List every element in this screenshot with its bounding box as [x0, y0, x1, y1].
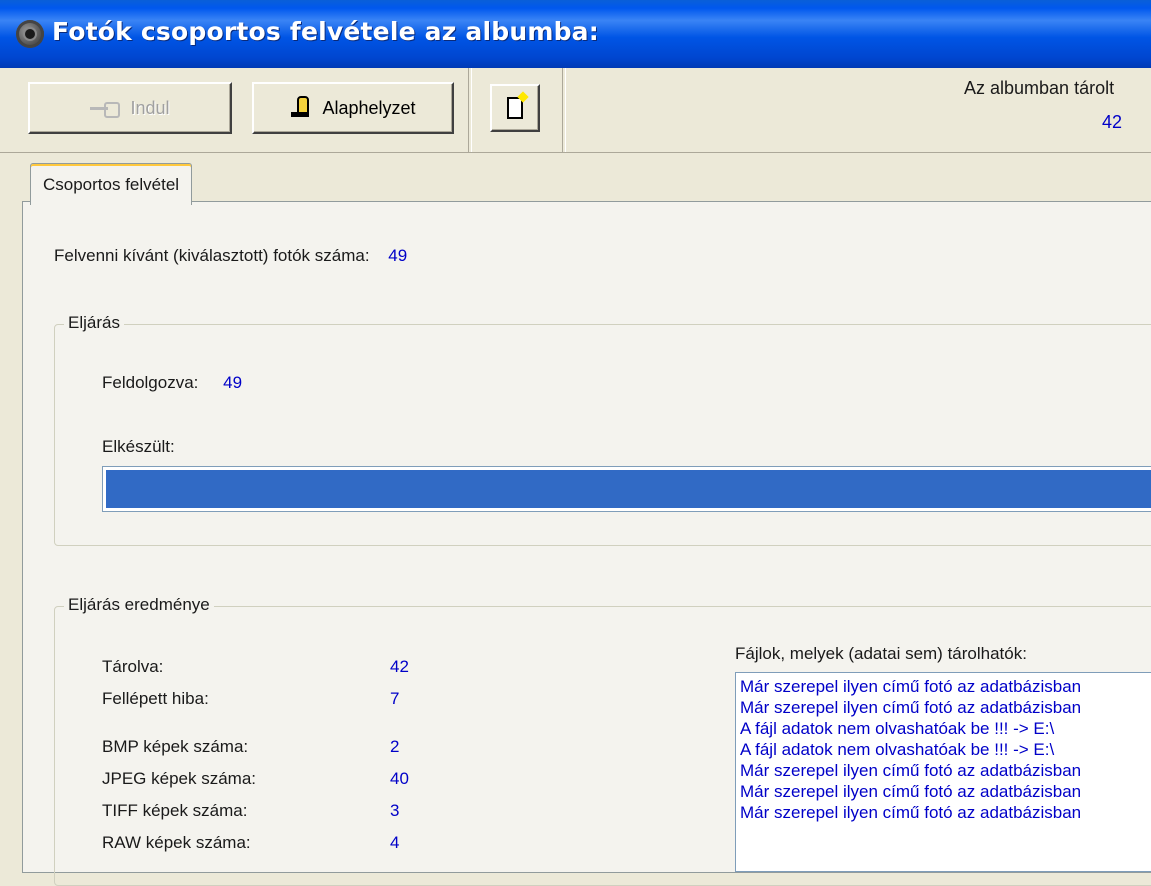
window-title: Fotók csoportos felvétele az albumba:	[52, 17, 599, 46]
error-value: 7	[390, 689, 400, 708]
progress-fill	[106, 470, 1151, 508]
tab-group-import[interactable]: Csoportos felvétel	[30, 163, 193, 205]
selected-count-value: 49	[388, 246, 408, 265]
raw-count-label: RAW képek száma:	[102, 833, 251, 852]
list-item[interactable]: Már szerepel ilyen című fotó az adatbázi…	[740, 697, 1151, 718]
stored-count-value: 42	[1102, 112, 1123, 132]
window-titlebar[interactable]: Fotók csoportos felvétele az albumba:	[0, 0, 1151, 68]
app-icon[interactable]	[16, 20, 44, 48]
list-item[interactable]: Már szerepel ilyen című fotó az adatbázi…	[740, 676, 1151, 697]
tab-strip: Csoportos felvétel	[0, 153, 1151, 205]
hand-pointer-icon	[90, 99, 121, 118]
new-document-icon	[507, 97, 523, 119]
list-item[interactable]: A fájl adatok nem olvashatóak be !!! -> …	[740, 718, 1151, 739]
tab-label: Csoportos felvétel	[43, 174, 180, 194]
reset-button-label: Alaphelyzet	[322, 97, 416, 118]
bmp-count-value: 2	[390, 737, 400, 756]
progress-bar	[102, 466, 1151, 512]
reset-hand-icon	[290, 95, 312, 121]
processed-row: Feldolgozva: 49	[102, 373, 242, 393]
raw-count-value: 4	[390, 833, 400, 852]
tiff-count-label: TIFF képek száma:	[102, 801, 248, 820]
failed-files-caption: Fájlok, melyek (adatai sem) tárolhatók:	[735, 644, 1027, 663]
tiff-count-value: 3	[390, 801, 400, 820]
toolbar-separator	[562, 68, 566, 152]
start-button[interactable]: Indul	[28, 82, 232, 134]
process-group	[54, 324, 1151, 546]
error-label: Fellépett hiba:	[102, 689, 209, 708]
start-button-label: Indul	[130, 97, 170, 118]
list-item[interactable]: Már szerepel ilyen című fotó az adatbázi…	[740, 802, 1151, 823]
bmp-count-label: BMP képek száma:	[102, 737, 249, 756]
list-item[interactable]: Már szerepel ilyen című fotó az adatbázi…	[740, 781, 1151, 802]
toolbar: Indul Alaphelyzet Az albumban tárolt 42	[0, 68, 1151, 153]
stored-label: Tárolva:	[102, 657, 164, 676]
process-group-title: Eljárás	[64, 313, 124, 333]
jpeg-count-label: JPEG képek száma:	[102, 769, 257, 788]
jpeg-count-value: 40	[390, 769, 409, 788]
toolbar-separator	[468, 68, 472, 152]
reset-button[interactable]: Alaphelyzet	[252, 82, 454, 134]
selected-count-row: Felvenni kívánt (kiválasztott) fotók szá…	[54, 246, 407, 266]
list-item[interactable]: A fájl adatok nem olvashatóak be !!! -> …	[740, 739, 1151, 760]
results-group-title: Eljárás eredménye	[64, 595, 214, 615]
processed-value: 49	[223, 373, 243, 392]
list-item[interactable]: Már szerepel ilyen című fotó az adatbázi…	[740, 760, 1151, 781]
selected-count-label: Felvenni kívánt (kiválasztott) fotók szá…	[54, 246, 370, 265]
done-label: Elkészült:	[102, 437, 175, 456]
failed-files-list[interactable]: Már szerepel ilyen című fotó az adatbázi…	[735, 672, 1151, 872]
stored-count-label: Az albumban tárolt	[964, 78, 1115, 98]
stored-value: 42	[390, 657, 409, 676]
processed-label: Feldolgozva:	[102, 373, 199, 392]
new-document-button[interactable]	[490, 84, 540, 132]
